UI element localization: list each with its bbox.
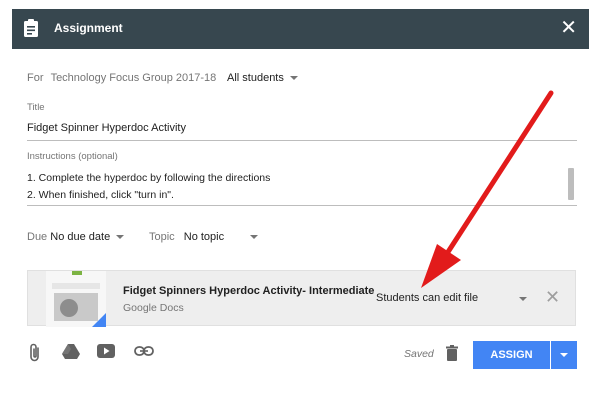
google-docs-corner-icon bbox=[92, 313, 106, 327]
topic-dropdown[interactable]: No topic bbox=[183, 231, 259, 243]
topic-group: Topic No topic bbox=[149, 231, 259, 243]
google-drive-icon[interactable] bbox=[62, 343, 82, 363]
attach-file-icon[interactable] bbox=[28, 343, 48, 363]
instructions-textarea[interactable]: 1. Complete the hyperdoc by following th… bbox=[27, 170, 567, 204]
instructions-scrollbar[interactable] bbox=[568, 168, 574, 200]
for-label: For bbox=[27, 72, 44, 84]
remove-attachment-icon[interactable]: ✕ bbox=[545, 287, 560, 308]
title-input[interactable]: Fidget Spinner Hyperdoc Activity bbox=[27, 122, 186, 134]
bottom-toolbar: Saved ASSIGN bbox=[0, 341, 601, 373]
attachment-card[interactable]: Fidget Spinners Hyperdoc Activity- Inter… bbox=[27, 270, 576, 327]
link-icon[interactable] bbox=[134, 343, 154, 363]
title-underline bbox=[27, 140, 577, 141]
chevron-down-icon bbox=[289, 76, 298, 81]
audience-row: For Technology Focus Group 2017-18 All s… bbox=[27, 72, 298, 84]
topic-value: No topic bbox=[183, 231, 225, 243]
students-dropdown[interactable]: All students bbox=[227, 72, 298, 84]
title-label: Title bbox=[27, 102, 45, 113]
doc-thumbnail[interactable] bbox=[46, 271, 106, 327]
dialog-header: Assignment ✕ bbox=[12, 9, 589, 49]
dialog-title: Assignment bbox=[54, 21, 123, 35]
assign-button[interactable]: ASSIGN bbox=[473, 341, 550, 369]
assignment-clipboard-icon bbox=[24, 19, 38, 42]
close-icon[interactable]: ✕ bbox=[560, 17, 577, 39]
chevron-down-icon[interactable] bbox=[519, 297, 527, 301]
assign-options-button[interactable] bbox=[551, 341, 577, 369]
due-topic-row: Due No due date Topic No topic bbox=[27, 231, 259, 243]
instructions-label: Instructions (optional) bbox=[27, 151, 118, 162]
attachment-type: Google Docs bbox=[123, 302, 184, 314]
chevron-down-icon bbox=[116, 235, 125, 240]
class-name: Technology Focus Group 2017-18 bbox=[50, 72, 217, 84]
youtube-icon[interactable] bbox=[97, 343, 117, 363]
instructions-underline bbox=[27, 205, 577, 206]
instructions-line: 2. When finished, click "turn in". bbox=[27, 189, 174, 201]
due-date-value: No due date bbox=[50, 231, 111, 243]
trash-icon[interactable] bbox=[446, 345, 458, 366]
students-value: All students bbox=[227, 72, 284, 84]
attachment-title[interactable]: Fidget Spinners Hyperdoc Activity- Inter… bbox=[123, 285, 374, 297]
due-label: Due bbox=[27, 231, 48, 243]
due-date-dropdown[interactable]: No due date bbox=[50, 231, 125, 243]
permission-dropdown[interactable]: Students can edit file bbox=[376, 292, 478, 304]
instructions-line: 1. Complete the hyperdoc by following th… bbox=[27, 172, 271, 184]
chevron-down-icon bbox=[560, 353, 568, 357]
topic-label: Topic bbox=[149, 231, 175, 243]
saved-status: Saved bbox=[404, 348, 434, 360]
chevron-down-icon bbox=[250, 235, 259, 240]
